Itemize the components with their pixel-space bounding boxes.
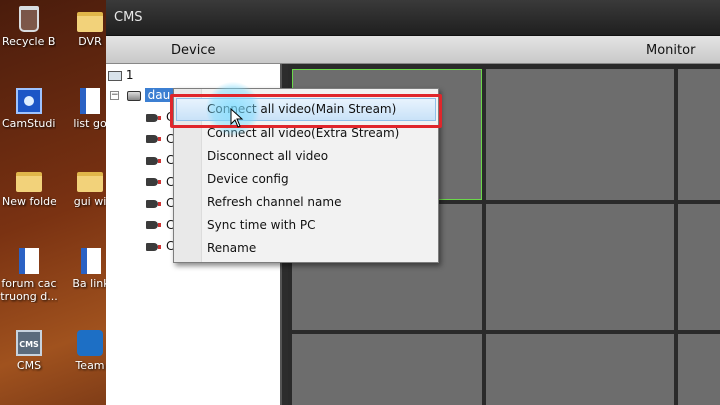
panel-header: Device Monitor (106, 36, 720, 64)
recycle-bin-shortcut[interactable]: Recycle Bin (2, 6, 56, 48)
desktop-icon-label: Team (75, 359, 105, 372)
teamviewer-icon (77, 330, 103, 356)
camstudio-icon (16, 88, 42, 114)
gui-wi-shortcut[interactable]: gui wi (70, 166, 110, 208)
camera-icon (146, 178, 161, 186)
desktop-icon-label: CMS (16, 359, 42, 372)
new-folder-shortcut[interactable]: New folder (2, 166, 56, 208)
dvr-device-icon (126, 90, 141, 101)
forum-doc-shortcut[interactable]: forum cac truong d... (0, 248, 58, 303)
ba-link-shortcut[interactable]: Ba link (72, 248, 110, 290)
menu-item-disconnect-all[interactable]: Disconnect all video (176, 145, 436, 168)
tree-channel-node[interactable]: C (146, 153, 174, 169)
camera-icon (146, 113, 161, 122)
teamviewer-shortcut[interactable]: Team (70, 330, 110, 372)
monitor-cell-8[interactable] (486, 334, 674, 405)
desktop-icon-label: list go (73, 117, 107, 130)
tree-channel-node[interactable]: C (146, 110, 174, 126)
tree-channel-node[interactable]: C (146, 132, 174, 148)
window-title: CMS (114, 10, 143, 25)
tree-channel-node[interactable]: C (146, 196, 174, 212)
dvr-shortcut[interactable]: DVR (70, 6, 110, 48)
cms-shortcut[interactable]: CMS (2, 330, 56, 372)
tree-root-node[interactable]: 1 (108, 68, 133, 84)
folder-icon (16, 172, 42, 192)
computer-icon (108, 70, 122, 81)
list-go-shortcut[interactable]: list go (70, 88, 110, 130)
menu-item-connect-main-stream[interactable]: Connect all video(Main Stream) (176, 98, 436, 121)
camera-icon (146, 199, 161, 208)
menu-item-device-config[interactable]: Device config (176, 168, 436, 191)
camera-icon (146, 135, 161, 143)
folder-icon (77, 12, 103, 32)
camera-icon (146, 242, 161, 251)
menu-item-connect-extra-stream[interactable]: Connect all video(Extra Stream) (176, 122, 436, 145)
camera-icon (146, 156, 161, 165)
desktop-icon-label: DVR (78, 35, 102, 48)
tree-channel-node[interactable]: C (146, 175, 174, 191)
menu-item-sync-time[interactable]: Sync time with PC (176, 214, 436, 237)
desktop-icon-label: Recycle Bin (2, 35, 56, 48)
monitor-cell-7[interactable] (292, 334, 482, 405)
menu-item-refresh-channel-name[interactable]: Refresh channel name (176, 191, 436, 214)
tree-device-node[interactable]: − dau (110, 88, 174, 104)
tree-device-label[interactable]: dau (144, 88, 174, 102)
recycle-bin-icon (19, 6, 39, 32)
window-titlebar[interactable]: CMS (106, 0, 720, 36)
monitor-cell-5[interactable] (486, 204, 674, 330)
desktop-icon-label: forum cac truong d... (0, 277, 58, 303)
desktop-icon-label: gui wi (73, 195, 107, 208)
cms-icon (16, 330, 42, 356)
device-panel-header: Device (171, 43, 216, 58)
tree-channel-node[interactable]: C (146, 239, 174, 255)
word-document-icon (19, 248, 39, 274)
monitor-cell-6[interactable] (678, 204, 720, 330)
desktop-icon-label: New folder (2, 195, 56, 208)
collapse-toggle[interactable]: − (110, 91, 119, 100)
desktop-icon-label: Ba link (72, 277, 110, 290)
camstudio-shortcut[interactable]: CamStudio (2, 88, 56, 130)
menu-item-rename[interactable]: Rename (176, 237, 436, 260)
monitor-cell-3[interactable] (678, 69, 720, 200)
monitor-cell-2[interactable] (486, 69, 674, 200)
folder-icon (77, 172, 103, 192)
tree-channel-node[interactable]: C (146, 218, 174, 234)
word-document-icon (81, 248, 101, 274)
device-context-menu: Connect all video(Main Stream) Connect a… (173, 88, 439, 263)
tree-root-label: 1 (125, 68, 134, 82)
desktop: Recycle Bin DVR CamStudio list go New fo… (0, 0, 110, 405)
monitor-panel-header: Monitor (646, 43, 696, 58)
monitor-cell-9[interactable] (678, 334, 720, 405)
desktop-icon-label: CamStudio (2, 117, 56, 130)
camera-icon (146, 221, 161, 229)
document-icon (80, 88, 100, 114)
